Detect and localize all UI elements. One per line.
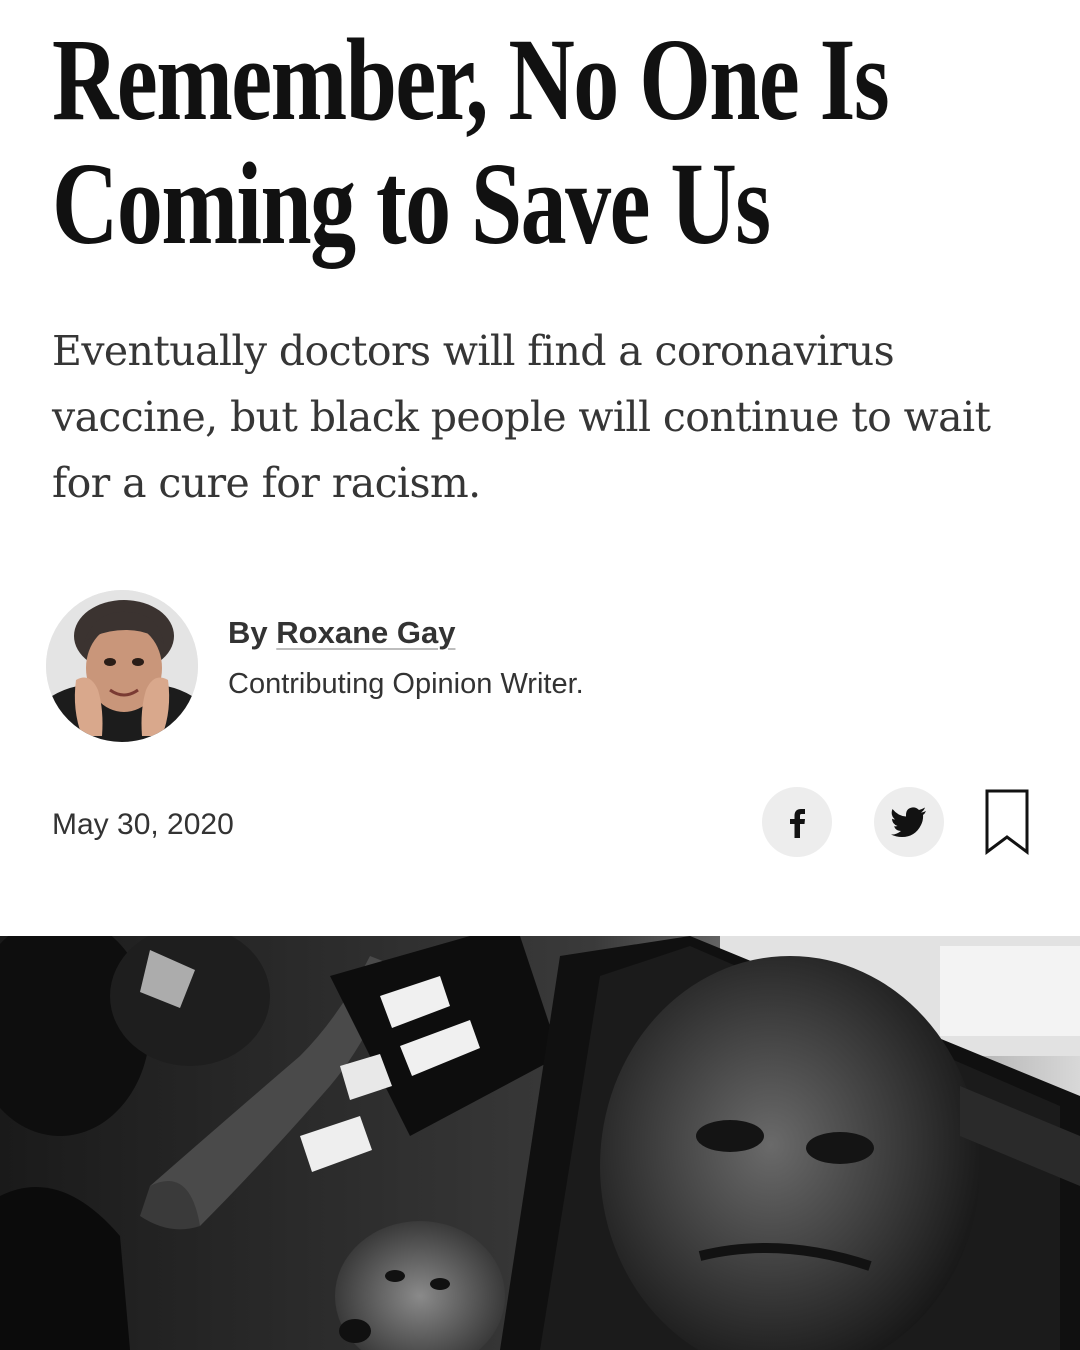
author-role: Contributing Opinion Writer. <box>228 668 584 700</box>
share-facebook-button[interactable] <box>762 787 832 857</box>
headline-line-1: Remember, No One Is <box>52 14 890 145</box>
author-avatar[interactable] <box>46 590 198 742</box>
byline-prefix: By <box>228 615 268 650</box>
author-link[interactable]: Roxane Gay <box>276 615 455 650</box>
bookmark-icon[interactable] <box>984 788 1030 856</box>
author-portrait-image <box>46 590 198 742</box>
headline-line-2: Coming to Save Us <box>52 138 771 269</box>
hero-photo <box>0 936 1080 1350</box>
article-headline: Remember, No One Is Coming to Save Us <box>52 18 988 266</box>
twitter-icon <box>891 807 926 837</box>
byline: By Roxane Gay <box>228 615 455 651</box>
share-twitter-button[interactable] <box>874 787 944 857</box>
article-summary: Eventually doctors will find a coronavir… <box>52 327 991 507</box>
protest-photo-image <box>0 936 1080 1350</box>
facebook-icon <box>790 809 805 838</box>
publish-date: May 30, 2020 <box>52 808 234 841</box>
